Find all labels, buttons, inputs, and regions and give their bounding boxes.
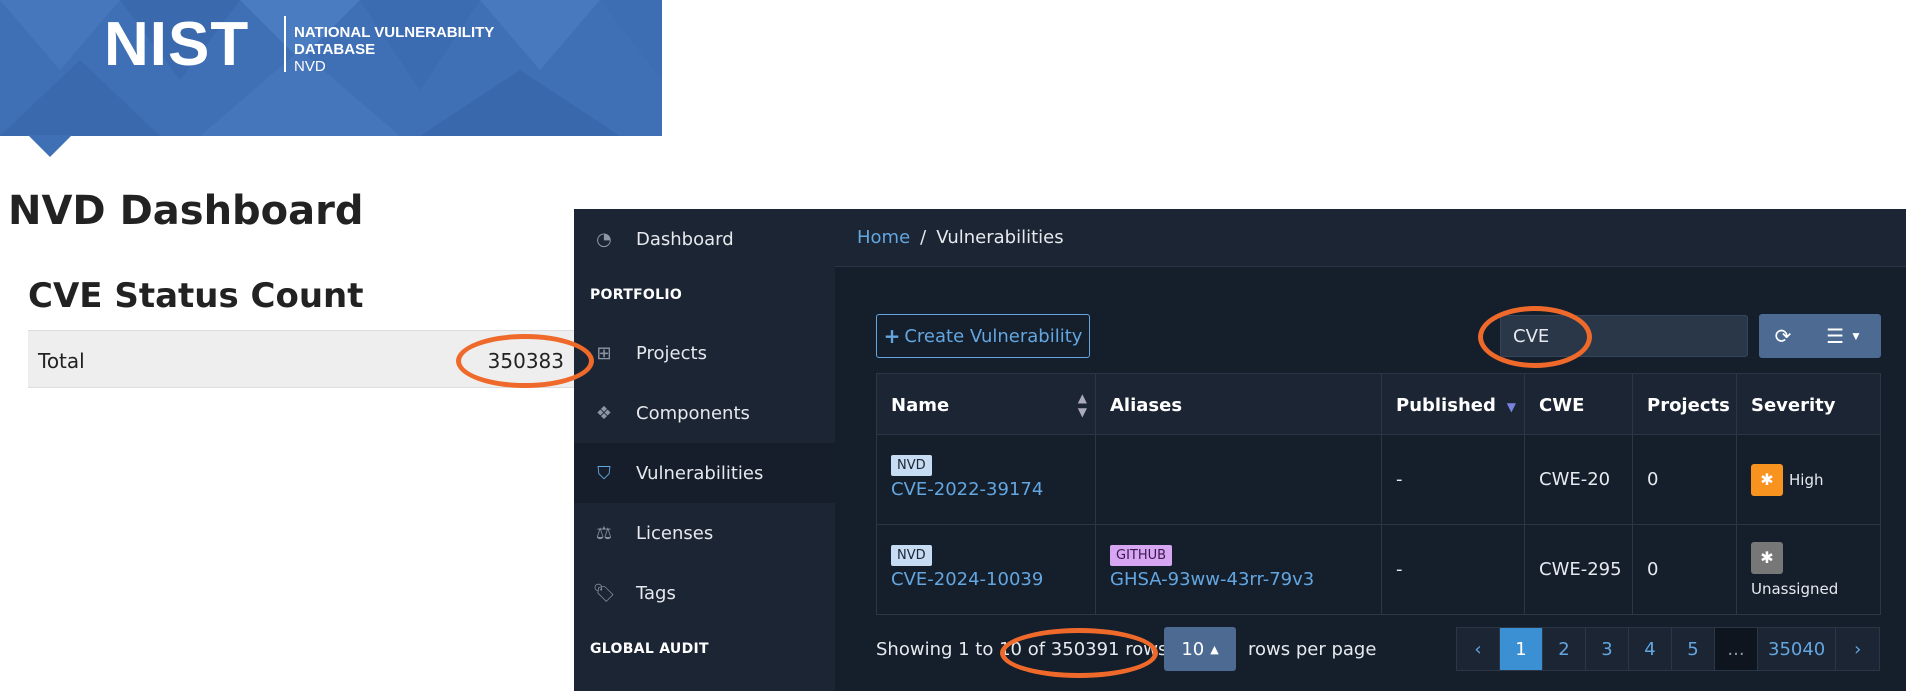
- rows-per-page-label: rows per page: [1248, 639, 1377, 660]
- nvd-name-line3: NVD: [294, 58, 326, 75]
- alias-source-badge: GITHUB: [1110, 545, 1173, 566]
- cell-cwe: CWE-20: [1525, 435, 1633, 524]
- table-row: NVD CVE-2022-39174 - CWE-20 0 ✱ High: [876, 435, 1881, 525]
- caret-down-icon: ▼: [1850, 329, 1862, 343]
- col-cwe[interactable]: CWE: [1525, 374, 1633, 436]
- sort-icon: ▲ ▼: [1077, 391, 1087, 419]
- cell-cwe: CWE-295: [1525, 525, 1633, 614]
- vulnerability-link[interactable]: CVE-2024-10039: [891, 566, 1043, 594]
- cell-name: NVD CVE-2024-10039: [877, 525, 1096, 614]
- cell-aliases: [1096, 435, 1382, 524]
- col-aliases[interactable]: Aliases: [1096, 374, 1382, 436]
- cell-name: NVD CVE-2022-39174: [877, 435, 1096, 524]
- cell-severity: ✱ Unassigned: [1737, 525, 1880, 614]
- columns-button[interactable]: ☰ ▼: [1807, 314, 1881, 358]
- nist-banner: NIST NATIONAL VULNERABILITY DATABASE NVD: [0, 0, 662, 136]
- pagination-summary: Showing 1 to 10 of 350391 rows: [876, 639, 1168, 660]
- cell-published: -: [1382, 525, 1525, 614]
- bug-icon: ✱: [1751, 463, 1783, 496]
- page-2[interactable]: 2: [1543, 628, 1586, 670]
- bug-icon: ✱: [1751, 541, 1783, 574]
- total-row: Total 350383: [28, 330, 576, 388]
- page-size-dropdown[interactable]: 10 ▲: [1164, 627, 1236, 671]
- page-title: NVD Dashboard: [8, 188, 364, 234]
- pagination: ‹ 1 2 3 4 5 ... 35040 ›: [1456, 627, 1881, 671]
- col-label: Published: [1396, 394, 1496, 416]
- col-label: Projects: [1647, 394, 1730, 416]
- plus-icon: +: [883, 324, 901, 348]
- page-size-value: 10: [1181, 638, 1205, 660]
- page-5[interactable]: 5: [1672, 628, 1715, 670]
- banner-notch: [28, 135, 72, 157]
- cell-projects: 0: [1633, 525, 1737, 614]
- search-input[interactable]: CVE: [1500, 315, 1748, 357]
- page-next[interactable]: ›: [1836, 628, 1880, 670]
- main-content: + Create Vulnerability CVE ⟳ ☰ ▼ Name ▲ ▼ A…: [574, 209, 1906, 691]
- source-badge: NVD: [891, 455, 932, 476]
- section-title: CVE Status Count: [28, 276, 364, 316]
- table-footer: Showing 1 to 10 of 350391 rows 10 ▲ rows …: [876, 625, 1881, 673]
- page-ellipsis: ...: [1715, 628, 1758, 670]
- col-projects[interactable]: Projects: [1633, 374, 1737, 436]
- nvd-name: NATIONAL VULNERABILITY DATABASE NVD: [294, 24, 494, 75]
- vulnerability-link[interactable]: CVE-2022-39174: [891, 476, 1043, 504]
- alias-link[interactable]: GHSA-93ww-43rr-79v3: [1110, 566, 1314, 594]
- list-icon: ☰: [1826, 325, 1845, 348]
- col-severity[interactable]: Severity: [1737, 374, 1880, 436]
- caret-up-icon: ▲: [1210, 642, 1219, 656]
- total-label: Total: [38, 349, 85, 373]
- source-badge: NVD: [891, 545, 932, 566]
- page-last[interactable]: 35040: [1758, 628, 1837, 670]
- refresh-button[interactable]: ⟳: [1759, 314, 1807, 358]
- cell-aliases: GITHUB GHSA-93ww-43rr-79v3: [1096, 525, 1382, 614]
- page-prev[interactable]: ‹: [1457, 628, 1500, 670]
- col-label: Severity: [1751, 394, 1836, 416]
- create-vulnerability-label: Create Vulnerability: [904, 325, 1083, 347]
- severity-label: Unassigned: [1751, 579, 1839, 598]
- create-vulnerability-button[interactable]: + Create Vulnerability: [876, 314, 1090, 358]
- col-name[interactable]: Name ▲ ▼: [877, 374, 1096, 436]
- nist-logo: NIST: [104, 10, 250, 79]
- page-4[interactable]: 4: [1629, 628, 1672, 670]
- table-header: Name ▲ ▼ Aliases Published ▼ CWE Projects S…: [876, 373, 1881, 436]
- total-value: 350383: [487, 349, 564, 373]
- refresh-icon: ⟳: [1774, 325, 1792, 348]
- cell-projects: 0: [1633, 435, 1737, 524]
- col-label: Aliases: [1110, 394, 1183, 416]
- nvd-name-line2: DATABASE: [294, 41, 376, 58]
- table-row: NVD CVE-2024-10039 GITHUB GHSA-93ww-43rr-7…: [876, 525, 1881, 615]
- page-1[interactable]: 1: [1500, 628, 1543, 670]
- col-label: CWE: [1539, 394, 1585, 416]
- severity-label: High: [1789, 470, 1824, 489]
- sort-desc-icon: ▼: [1506, 400, 1516, 414]
- page-3[interactable]: 3: [1586, 628, 1629, 670]
- logo-divider: [284, 16, 286, 72]
- col-label: Name: [891, 394, 950, 416]
- table-toolbar: ⟳ ☰ ▼: [1759, 314, 1881, 358]
- col-published[interactable]: Published ▼: [1382, 374, 1525, 436]
- cell-published: -: [1382, 435, 1525, 524]
- nvd-name-line1: NATIONAL VULNERABILITY: [294, 24, 495, 41]
- cell-severity: ✱ High: [1737, 435, 1880, 524]
